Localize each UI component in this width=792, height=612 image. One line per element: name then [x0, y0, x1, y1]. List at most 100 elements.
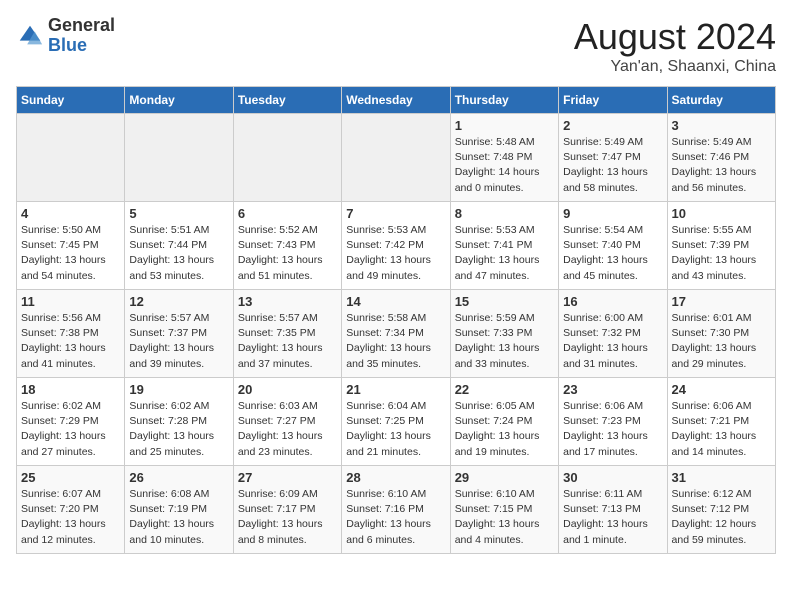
day-info: Sunrise: 6:11 AMSunset: 7:13 PMDaylight:…	[563, 487, 662, 548]
day-info: Sunrise: 5:48 AMSunset: 7:48 PMDaylight:…	[455, 135, 554, 196]
day-info: Sunrise: 5:55 AMSunset: 7:39 PMDaylight:…	[672, 223, 771, 284]
day-number: 15	[455, 294, 554, 309]
calendar-cell: 10 Sunrise: 5:55 AMSunset: 7:39 PMDayligh…	[667, 202, 775, 290]
weekday-tuesday: Tuesday	[233, 87, 341, 114]
calendar-cell: 5 Sunrise: 5:51 AMSunset: 7:44 PMDaylight…	[125, 202, 233, 290]
weekday-sunday: Sunday	[17, 87, 125, 114]
calendar-table: SundayMondayTuesdayWednesdayThursdayFrid…	[16, 86, 776, 554]
calendar-cell: 31 Sunrise: 6:12 AMSunset: 7:12 PMDayligh…	[667, 466, 775, 554]
calendar-cell: 27 Sunrise: 6:09 AMSunset: 7:17 PMDayligh…	[233, 466, 341, 554]
day-number: 8	[455, 206, 554, 221]
day-info: Sunrise: 5:51 AMSunset: 7:44 PMDaylight:…	[129, 223, 228, 284]
day-info: Sunrise: 6:10 AMSunset: 7:15 PMDaylight:…	[455, 487, 554, 548]
weekday-thursday: Thursday	[450, 87, 558, 114]
calendar-cell: 13Sunrise: 5:57 AMSunset: 7:35 PMDayligh…	[233, 290, 341, 378]
day-info: Sunrise: 6:06 AMSunset: 7:21 PMDaylight:…	[672, 399, 771, 460]
day-info: Sunrise: 6:02 AMSunset: 7:28 PMDaylight:…	[129, 399, 228, 460]
calendar-week-3: 11 Sunrise: 5:56 AMSunset: 7:38 PMDayligh…	[17, 290, 776, 378]
day-number: 10	[672, 206, 771, 221]
day-number: 31	[672, 470, 771, 485]
day-info: Sunrise: 6:12 AMSunset: 7:12 PMDaylight:…	[672, 487, 771, 548]
day-info: Sunrise: 6:05 AMSunset: 7:24 PMDaylight:…	[455, 399, 554, 460]
page-header: General Blue August 2024 Yan'an, Shaanxi…	[16, 16, 776, 76]
calendar-cell: 15 Sunrise: 5:59 AMSunset: 7:33 PMDayligh…	[450, 290, 558, 378]
day-number: 4	[21, 206, 120, 221]
day-number: 24	[672, 382, 771, 397]
calendar-cell: 11 Sunrise: 5:56 AMSunset: 7:38 PMDayligh…	[17, 290, 125, 378]
day-number: 22	[455, 382, 554, 397]
day-info: Sunrise: 6:00 AMSunset: 7:32 PMDaylight:…	[563, 311, 662, 372]
logo: General Blue	[16, 16, 115, 56]
day-number: 9	[563, 206, 662, 221]
calendar-week-2: 4 Sunrise: 5:50 AMSunset: 7:45 PMDaylight…	[17, 202, 776, 290]
calendar-cell: 28Sunrise: 6:10 AMSunset: 7:16 PMDayligh…	[342, 466, 450, 554]
day-number: 29	[455, 470, 554, 485]
calendar-cell: 19 Sunrise: 6:02 AMSunset: 7:28 PMDayligh…	[125, 378, 233, 466]
day-info: Sunrise: 5:57 AMSunset: 7:35 PMDaylight:…	[238, 311, 337, 372]
day-info: Sunrise: 5:54 AMSunset: 7:40 PMDaylight:…	[563, 223, 662, 284]
calendar-cell: 8 Sunrise: 5:53 AMSunset: 7:41 PMDaylight…	[450, 202, 558, 290]
day-info: Sunrise: 6:07 AMSunset: 7:20 PMDaylight:…	[21, 487, 120, 548]
day-number: 23	[563, 382, 662, 397]
calendar-cell	[342, 114, 450, 202]
day-number: 27	[238, 470, 337, 485]
logo-text: General Blue	[48, 16, 115, 56]
weekday-saturday: Saturday	[667, 87, 775, 114]
day-number: 19	[129, 382, 228, 397]
day-number: 7	[346, 206, 445, 221]
day-info: Sunrise: 6:03 AMSunset: 7:27 PMDaylight:…	[238, 399, 337, 460]
day-info: Sunrise: 6:08 AMSunset: 7:19 PMDaylight:…	[129, 487, 228, 548]
day-info: Sunrise: 5:56 AMSunset: 7:38 PMDaylight:…	[21, 311, 120, 372]
calendar-cell: 23 Sunrise: 6:06 AMSunset: 7:23 PMDayligh…	[559, 378, 667, 466]
calendar-cell: 21 Sunrise: 6:04 AMSunset: 7:25 PMDayligh…	[342, 378, 450, 466]
calendar-body: 1 Sunrise: 5:48 AMSunset: 7:48 PMDaylight…	[17, 114, 776, 554]
day-info: Sunrise: 5:52 AMSunset: 7:43 PMDaylight:…	[238, 223, 337, 284]
weekday-monday: Monday	[125, 87, 233, 114]
day-info: Sunrise: 5:49 AMSunset: 7:47 PMDaylight:…	[563, 135, 662, 196]
calendar-cell: 16 Sunrise: 6:00 AMSunset: 7:32 PMDayligh…	[559, 290, 667, 378]
calendar-cell	[125, 114, 233, 202]
day-info: Sunrise: 5:50 AMSunset: 7:45 PMDaylight:…	[21, 223, 120, 284]
calendar-cell: 7 Sunrise: 5:53 AMSunset: 7:42 PMDaylight…	[342, 202, 450, 290]
calendar-cell: 6Sunrise: 5:52 AMSunset: 7:43 PMDaylight…	[233, 202, 341, 290]
day-number: 1	[455, 118, 554, 133]
day-number: 5	[129, 206, 228, 221]
day-info: Sunrise: 5:49 AMSunset: 7:46 PMDaylight:…	[672, 135, 771, 196]
day-info: Sunrise: 6:01 AMSunset: 7:30 PMDaylight:…	[672, 311, 771, 372]
day-info: Sunrise: 6:09 AMSunset: 7:17 PMDaylight:…	[238, 487, 337, 548]
calendar-cell: 29 Sunrise: 6:10 AMSunset: 7:15 PMDayligh…	[450, 466, 558, 554]
day-info: Sunrise: 5:53 AMSunset: 7:42 PMDaylight:…	[346, 223, 445, 284]
day-number: 16	[563, 294, 662, 309]
location: Yan'an, Shaanxi, China	[574, 58, 776, 76]
day-number: 17	[672, 294, 771, 309]
day-number: 21	[346, 382, 445, 397]
day-info: Sunrise: 5:59 AMSunset: 7:33 PMDaylight:…	[455, 311, 554, 372]
day-number: 3	[672, 118, 771, 133]
calendar-cell	[17, 114, 125, 202]
calendar-week-5: 25Sunrise: 6:07 AMSunset: 7:20 PMDayligh…	[17, 466, 776, 554]
day-info: Sunrise: 6:06 AMSunset: 7:23 PMDaylight:…	[563, 399, 662, 460]
day-number: 28	[346, 470, 445, 485]
calendar-cell: 9 Sunrise: 5:54 AMSunset: 7:40 PMDaylight…	[559, 202, 667, 290]
calendar-week-1: 1 Sunrise: 5:48 AMSunset: 7:48 PMDaylight…	[17, 114, 776, 202]
calendar-cell: 4 Sunrise: 5:50 AMSunset: 7:45 PMDaylight…	[17, 202, 125, 290]
calendar-cell: 26 Sunrise: 6:08 AMSunset: 7:19 PMDayligh…	[125, 466, 233, 554]
calendar-cell: 24 Sunrise: 6:06 AMSunset: 7:21 PMDayligh…	[667, 378, 775, 466]
day-number: 11	[21, 294, 120, 309]
calendar-cell: 18Sunrise: 6:02 AMSunset: 7:29 PMDayligh…	[17, 378, 125, 466]
weekday-header-row: SundayMondayTuesdayWednesdayThursdayFrid…	[17, 87, 776, 114]
day-number: 18	[21, 382, 120, 397]
day-number: 30	[563, 470, 662, 485]
day-info: Sunrise: 6:04 AMSunset: 7:25 PMDaylight:…	[346, 399, 445, 460]
logo-icon	[16, 22, 44, 50]
logo-blue: Blue	[48, 35, 87, 55]
day-number: 26	[129, 470, 228, 485]
weekday-wednesday: Wednesday	[342, 87, 450, 114]
calendar-cell: 25Sunrise: 6:07 AMSunset: 7:20 PMDayligh…	[17, 466, 125, 554]
month-year: August 2024	[574, 16, 776, 58]
day-info: Sunrise: 5:58 AMSunset: 7:34 PMDaylight:…	[346, 311, 445, 372]
calendar-cell: 20Sunrise: 6:03 AMSunset: 7:27 PMDayligh…	[233, 378, 341, 466]
day-info: Sunrise: 5:53 AMSunset: 7:41 PMDaylight:…	[455, 223, 554, 284]
day-number: 12	[129, 294, 228, 309]
calendar-cell: 17 Sunrise: 6:01 AMSunset: 7:30 PMDayligh…	[667, 290, 775, 378]
